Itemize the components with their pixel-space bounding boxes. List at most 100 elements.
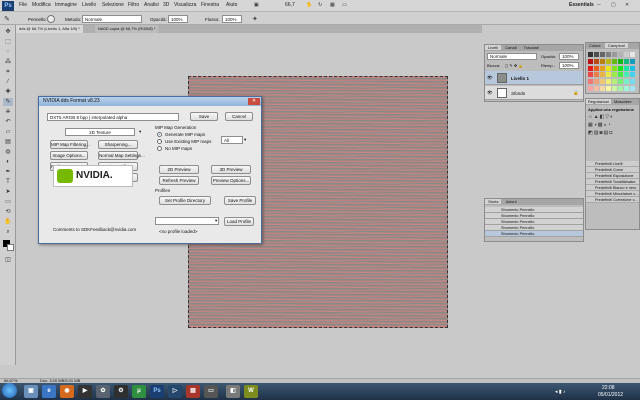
layer-opacity-input[interactable]: 100%: [559, 53, 579, 60]
shape-tool-icon[interactable]: ▭: [3, 198, 13, 206]
player-taskbar-icon[interactable]: ▷: [168, 385, 182, 398]
color-swatch[interactable]: [600, 58, 605, 64]
start-button[interactable]: [2, 383, 17, 398]
color-swatch[interactable]: [588, 72, 593, 78]
color-swatch[interactable]: [594, 58, 599, 64]
tab-regolazioni[interactable]: Regolazioni: [586, 99, 611, 104]
photoshop-taskbar-icon[interactable]: Ps: [150, 385, 164, 398]
menu-immagine[interactable]: Immagine: [55, 2, 77, 8]
mip-filtering-button[interactable]: MIP Map Filtering...: [50, 140, 90, 149]
color-swatch[interactable]: [630, 58, 635, 64]
healing-tool-icon[interactable]: ✚: [3, 88, 13, 96]
color-swatch[interactable]: [594, 79, 599, 85]
tab-colore[interactable]: Colore: [586, 43, 604, 48]
mip-count-dropdown-icon[interactable]: ▾: [244, 137, 246, 143]
color-swatch[interactable]: [588, 52, 593, 57]
format-select[interactable]: DXT5 ARGB 8 bpp | interpolated alpha: [47, 113, 179, 121]
color-swatch[interactable]: [588, 58, 593, 64]
blend-mode-select[interactable]: Normale: [487, 53, 537, 60]
menu-modifica[interactable]: Modifica: [32, 2, 51, 8]
eraser-tool-icon[interactable]: ▱: [3, 128, 13, 136]
zoom-icon[interactable]: ▣: [254, 2, 259, 8]
visibility-eye-icon[interactable]: 👁: [487, 90, 493, 96]
color-swatch[interactable]: [600, 86, 605, 92]
ie-taskbar-icon[interactable]: e: [42, 385, 56, 398]
tab-campioni[interactable]: Campioni: [604, 43, 628, 48]
tool-taskbar-icon[interactable]: ✿: [96, 385, 110, 398]
color-swatch[interactable]: [612, 79, 617, 85]
opacity-input[interactable]: 100%: [168, 15, 188, 23]
save-profile-button[interactable]: Save Profile: [224, 196, 256, 205]
color-swatch[interactable]: [612, 52, 617, 57]
menu-3d[interactable]: 3D: [163, 2, 169, 8]
magic-wand-tool-icon[interactable]: ⁂: [3, 58, 13, 66]
pdf-taskbar-icon[interactable]: ▤: [186, 385, 200, 398]
color-swatch[interactable]: [624, 72, 629, 78]
tab-maschere[interactable]: Maschere: [612, 99, 634, 104]
color-swatch[interactable]: [612, 58, 617, 64]
radio-generate-mips[interactable]: [157, 132, 162, 137]
background-color-swatch[interactable]: [7, 244, 14, 251]
zoom-level[interactable]: 66,7: [285, 2, 295, 8]
explorer-taskbar-icon[interactable]: ◧: [226, 385, 240, 398]
fill-input[interactable]: 100%: [559, 62, 579, 69]
tab-azioni[interactable]: Azioni: [503, 199, 520, 204]
adjustment-icons-row-3[interactable]: ◩▨◙▤◘: [588, 130, 613, 136]
color-swatch[interactable]: [612, 65, 617, 71]
texture-type-dropdown-icon[interactable]: ▾: [139, 129, 141, 135]
app-taskbar-icon[interactable]: ⚙: [114, 385, 128, 398]
profile-directory-button[interactable]: Set Profile Directory: [159, 196, 211, 205]
color-swatch[interactable]: [606, 86, 611, 92]
brush-preset-picker[interactable]: [47, 15, 55, 23]
color-swatch[interactable]: [618, 86, 623, 92]
utorrent-taskbar-icon[interactable]: μ: [132, 385, 146, 398]
tab-canali[interactable]: Canali: [502, 45, 519, 50]
crop-tool-icon[interactable]: ⌗: [3, 68, 13, 76]
radio-existing-mips[interactable]: [157, 139, 162, 144]
clock-time[interactable]: 22:08: [602, 385, 615, 391]
menu-analisi[interactable]: Analisi: [144, 2, 159, 8]
color-swatch[interactable]: [630, 72, 635, 78]
tab-tracciati[interactable]: Tracciati: [521, 45, 542, 50]
quick-mask-icon[interactable]: ◫: [3, 256, 13, 264]
color-swatch[interactable]: [594, 52, 599, 57]
color-swatch[interactable]: [618, 65, 623, 71]
menu-aiuto[interactable]: Aiuto: [226, 2, 237, 8]
color-swatch[interactable]: [624, 58, 629, 64]
marquee-tool-icon[interactable]: ⬚: [3, 38, 13, 46]
winamp-taskbar-icon[interactable]: W: [244, 385, 258, 398]
color-swatch[interactable]: [594, 65, 599, 71]
color-swatch[interactable]: [606, 72, 611, 78]
color-swatch[interactable]: [600, 65, 605, 71]
color-swatch[interactable]: [606, 52, 611, 57]
color-swatch[interactable]: [630, 52, 635, 57]
maximize-icon[interactable]: ▢: [611, 2, 616, 8]
image-options-button[interactable]: Image Options...: [50, 151, 88, 160]
folder-taskbar-icon[interactable]: ▣: [24, 385, 38, 398]
type-tool-icon[interactable]: T: [3, 178, 13, 186]
color-swatch[interactable]: [588, 79, 593, 85]
color-swatch[interactable]: [594, 72, 599, 78]
arrange-icon[interactable]: ▦: [330, 2, 335, 8]
screen-mode-icon[interactable]: ▭: [342, 2, 347, 8]
3d-preview-button[interactable]: 3D Preview: [211, 165, 251, 174]
hand-icon[interactable]: ✋: [306, 2, 312, 8]
color-swatch[interactable]: [588, 65, 593, 71]
lasso-tool-icon[interactable]: ◌: [3, 48, 13, 56]
zoom-tool-icon[interactable]: ⌕: [3, 228, 13, 236]
menu-filtro[interactable]: Filtro: [128, 2, 139, 8]
gradient-tool-icon[interactable]: ▤: [3, 138, 13, 146]
dodge-tool-icon[interactable]: ◐: [3, 158, 13, 166]
move-tool-icon[interactable]: ✥: [3, 28, 13, 36]
color-swatch[interactable]: [612, 86, 617, 92]
window-taskbar-icon[interactable]: ▭: [204, 385, 218, 398]
color-swatch[interactable]: [600, 72, 605, 78]
profile-select[interactable]: [155, 217, 219, 225]
lock-icons[interactable]: ◻ ✎ ✥ 🔒: [505, 63, 523, 68]
dialog-close-button[interactable]: ✕: [248, 98, 260, 105]
color-swatch[interactable]: [612, 72, 617, 78]
save-button[interactable]: Save: [190, 112, 218, 121]
normal-map-settings-button[interactable]: Normal Map Settings...: [98, 151, 145, 160]
airbrush-icon[interactable]: ✦: [252, 15, 258, 23]
menu-selezione[interactable]: Selezione: [102, 2, 124, 8]
